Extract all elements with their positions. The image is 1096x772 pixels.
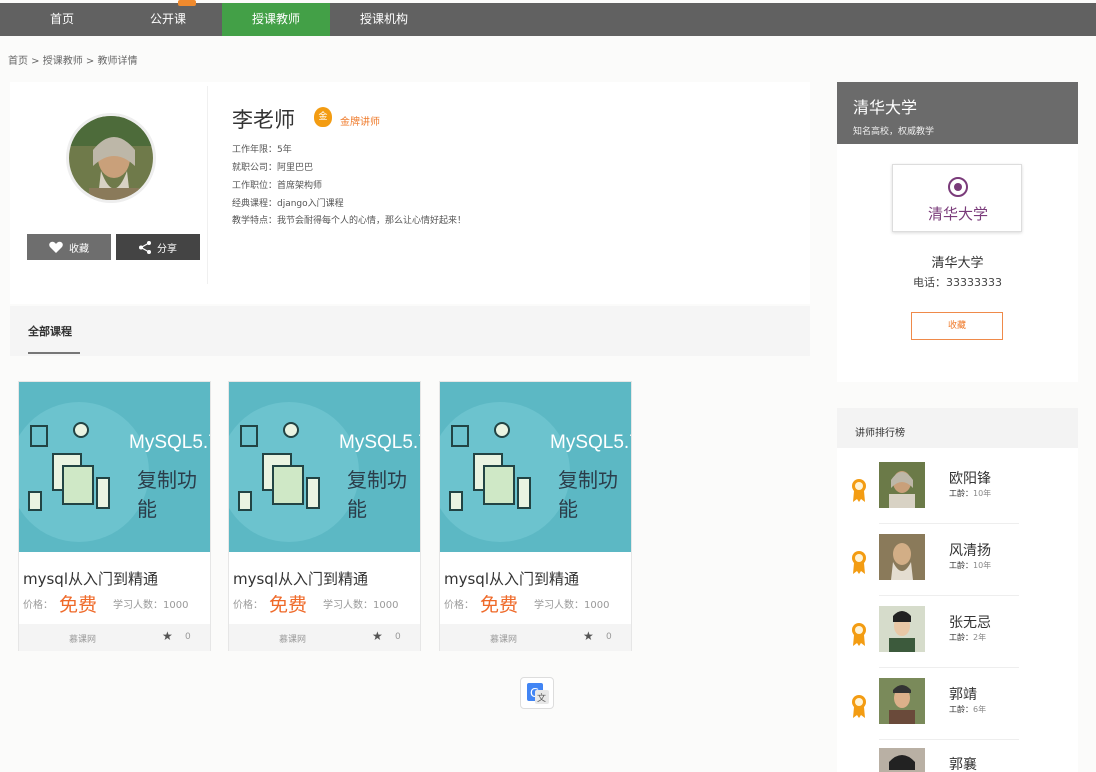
course-learners: 学习人数：1000 <box>534 600 610 611</box>
org-favorite-button[interactable]: 收藏 <box>911 312 1003 340</box>
course-fav-count: 0 <box>185 632 191 642</box>
course-card[interactable]: MySQL5.7 复制功能 mysql从入门到精通 价格： 免费 学习人数：10… <box>18 381 211 651</box>
star-icon[interactable]: ★ <box>162 629 173 643</box>
ranking-row[interactable]: 欧阳锋 工龄：10年 <box>837 452 1078 524</box>
course-image-text-1: MySQL5.7 <box>129 432 210 453</box>
nav-item-orgs[interactable]: 授课机构 <box>346 3 422 36</box>
ranking-years: 工龄：10年 <box>949 489 992 498</box>
course-learners: 学习人数：1000 <box>323 600 399 611</box>
medal-icon <box>852 551 866 574</box>
ranking-row[interactable]: 郭襄 <box>837 740 1078 772</box>
info-position: 工作职位：首席架构师 <box>232 181 323 191</box>
course-image[interactable]: MySQL5.7 复制功能 <box>440 382 631 552</box>
course-image-text-2: 复制功能 <box>558 468 618 521</box>
medal-icon <box>852 623 866 646</box>
course-price: 免费 <box>269 594 308 616</box>
course-image-text-1: MySQL5.7 <box>339 432 420 453</box>
ranking-name[interactable]: 风清扬 <box>949 540 991 560</box>
medal-icon <box>852 479 866 502</box>
course-title[interactable]: mysql从入门到精通 <box>23 568 158 589</box>
org-name[interactable]: 清华大学 <box>837 252 1078 271</box>
star-icon[interactable]: ★ <box>372 629 383 643</box>
gold-badge-icon: 金 <box>314 107 332 127</box>
share-button[interactable]: 分享 <box>116 234 200 260</box>
tab-all-courses[interactable]: 全部课程 <box>28 323 72 339</box>
tab-bar <box>10 306 810 356</box>
course-fav-count: 0 <box>395 632 401 642</box>
course-image[interactable]: MySQL5.7 复制功能 <box>19 382 210 552</box>
medal-icon <box>852 695 866 718</box>
teacher-avatar <box>66 113 156 203</box>
ranking-avatar[interactable] <box>879 534 925 580</box>
info-work-years: 工作年限：5年 <box>232 145 292 155</box>
nav-item-home[interactable]: 首页 <box>24 3 100 36</box>
ranking-title: 讲师排行榜 <box>855 428 905 439</box>
course-footer: 慕课网 ★ 0 <box>440 624 631 651</box>
info-company: 就职公司：阿里巴巴 <box>232 163 314 173</box>
svg-text:文: 文 <box>537 692 546 704</box>
course-title[interactable]: mysql从入门到精通 <box>233 568 368 589</box>
ranking-years: 工龄：6年 <box>949 705 987 714</box>
ranking-name[interactable]: 张无忌 <box>949 612 991 632</box>
ranking-name[interactable]: 郭襄 <box>949 754 977 772</box>
ranking-name[interactable]: 郭靖 <box>949 684 977 704</box>
course-learners: 学习人数：1000 <box>113 600 189 611</box>
course-card[interactable]: MySQL5.7 复制功能 mysql从入门到精通 价格： 免费 学习人数：10… <box>439 381 632 651</box>
breadcrumb[interactable]: 首页 > 授课教师 > 教师详情 <box>8 52 137 67</box>
hot-badge <box>178 0 196 6</box>
org-header: 清华大学 知名高校，权威教学 <box>837 82 1078 144</box>
course-image-text-2: 复制功能 <box>137 468 197 521</box>
course-image[interactable]: MySQL5.7 复制功能 <box>229 382 420 552</box>
course-footer: 慕课网 ★ 0 <box>229 624 420 651</box>
star-icon[interactable]: ★ <box>583 629 594 643</box>
info-classic-course: 经典课程：django入门课程 <box>232 199 344 209</box>
heart-icon <box>49 241 63 253</box>
org-title[interactable]: 清华大学 <box>853 94 917 118</box>
course-org[interactable]: 慕课网 <box>490 632 517 645</box>
course-image-text-2: 复制功能 <box>347 468 407 521</box>
course-title[interactable]: mysql从入门到精通 <box>444 568 579 589</box>
ranking-avatar[interactable] <box>879 462 925 508</box>
share-icon <box>139 240 151 254</box>
ranking-row[interactable]: 风清扬 工龄：10年 <box>837 524 1078 596</box>
ranking-row[interactable]: 张无忌 工龄：2年 <box>837 596 1078 668</box>
ranking-avatar[interactable] <box>879 748 925 772</box>
ranking-years: 工龄：10年 <box>949 561 992 570</box>
course-price-label: 价格： <box>233 600 263 611</box>
course-price: 免费 <box>480 594 519 616</box>
top-nav: 首页 公开课 授课教师 授课机构 <box>0 0 1096 36</box>
gold-teacher-label: 金牌讲师 <box>340 117 380 128</box>
ranking-name[interactable]: 欧阳锋 <box>949 468 991 488</box>
info-teaching-style: 教学特点：我节会耐得每个人的心情，那么让心情好起来！ <box>232 216 467 226</box>
teacher-name: 李老师 <box>232 108 295 132</box>
org-logo-text: 清华大学 <box>927 205 988 223</box>
org-subtitle: 知名高校，权威教学 <box>853 127 935 137</box>
course-image-text-1: MySQL5.7 <box>550 432 631 453</box>
course-card[interactable]: MySQL5.7 复制功能 mysql从入门到精通 价格： 免费 学习人数：10… <box>228 381 421 651</box>
org-logo[interactable]: 清华大学 <box>892 164 1022 232</box>
ranking-avatar[interactable] <box>879 606 925 652</box>
share-label: 分享 <box>157 243 177 255</box>
favorite-button[interactable]: 收藏 <box>27 234 111 260</box>
tab-underline <box>28 352 80 354</box>
ranking-header: 讲师排行榜 <box>837 408 1078 448</box>
course-price-label: 价格： <box>23 600 53 611</box>
course-footer: 慕课网 ★ 0 <box>19 624 210 651</box>
org-phone: 电话：33333333 <box>913 276 1002 289</box>
ranking-row[interactable]: 郭靖 工龄：6年 <box>837 668 1078 740</box>
favorite-label: 收藏 <box>69 243 89 255</box>
nav-item-open-course[interactable]: 公开课 <box>130 3 206 36</box>
course-price: 免费 <box>59 594 98 616</box>
ranking-avatar[interactable] <box>879 678 925 724</box>
course-org[interactable]: 慕课网 <box>279 632 306 645</box>
course-org[interactable]: 慕课网 <box>69 632 96 645</box>
course-price-label: 价格： <box>444 600 474 611</box>
translate-icon[interactable]: G 文 <box>520 677 554 709</box>
ranking-years: 工龄：2年 <box>949 633 987 642</box>
course-fav-count: 0 <box>606 632 612 642</box>
nav-item-teachers[interactable]: 授课教师 <box>222 3 330 36</box>
